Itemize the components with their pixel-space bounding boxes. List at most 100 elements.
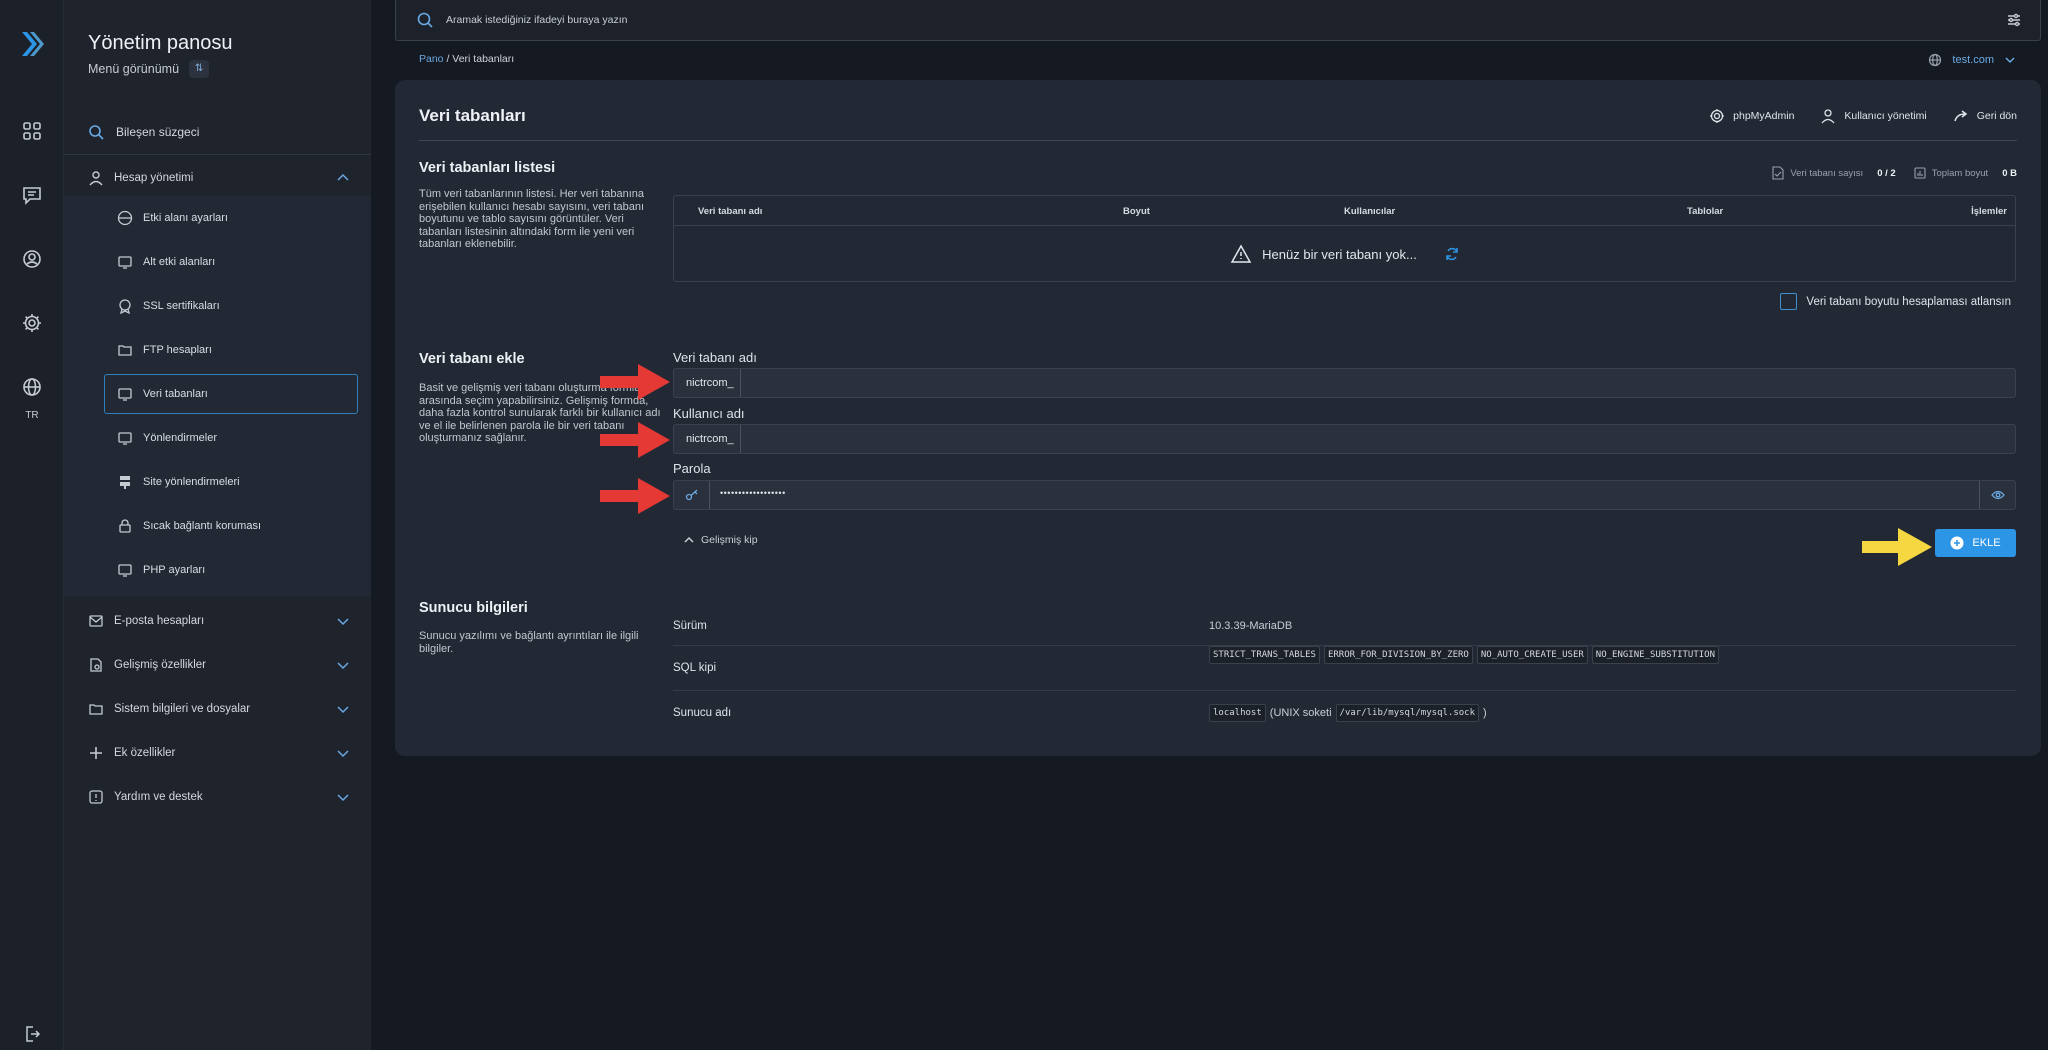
- grid-icon[interactable]: [21, 120, 43, 142]
- advanced-mode-label: Gelişmiş kip: [701, 534, 758, 546]
- nav-extra-features[interactable]: Ek özellikler: [88, 737, 358, 769]
- sidebar-item-databases[interactable]: Veri tabanları: [104, 374, 358, 414]
- advanced-mode-toggle[interactable]: Gelişmiş kip: [683, 534, 758, 546]
- password-label: Parola: [673, 461, 711, 476]
- nav-account-management[interactable]: Hesap yönetimi: [88, 162, 358, 194]
- php-icon: [118, 564, 132, 577]
- gear-icon: [1710, 109, 1725, 123]
- nav-email-accounts[interactable]: E-posta hesapları: [88, 605, 358, 637]
- generate-password-button[interactable]: [674, 481, 710, 509]
- db-list-description: Tüm veri tabanlarının listesi. Her veri …: [419, 188, 645, 250]
- skip-size-label: Veri tabanı boyutu hesaplaması atlansın: [1806, 295, 2011, 308]
- server-info-description: Sunucu yazılımı ve bağlantı ayrıntıları …: [419, 630, 639, 655]
- logout-icon[interactable]: [23, 1025, 41, 1043]
- nav-system-label: Sistem bilgileri ve dosyalar: [114, 703, 251, 715]
- sidebar-item-label: FTP hesapları: [143, 344, 212, 356]
- info-row-hostname: Sunucu adı localhost (UNIX soketi /var/l…: [673, 691, 2016, 735]
- add-database-button[interactable]: EKLE: [1935, 529, 2016, 557]
- sidebar-item-label: Etki alanı ayarları: [143, 212, 228, 224]
- sidebar-item-ssl[interactable]: SSL sertifikaları: [104, 286, 358, 326]
- sql-mode-badge: ERROR_FOR_DIVISION_BY_ZERO: [1323, 646, 1473, 664]
- user-icon: [89, 171, 103, 186]
- total-size-label: Toplam boyut: [1931, 167, 1989, 179]
- domain-name: test.com: [1952, 54, 1994, 66]
- sidebar-item-subdomains[interactable]: Alt etki alanları: [104, 242, 358, 282]
- search-icon: [89, 125, 104, 140]
- db-count-value: 0 / 2: [1877, 167, 1896, 179]
- col-tables[interactable]: Tablolar: [1687, 206, 1723, 217]
- menu-view-toggle[interactable]: Menü görünümü ⇅: [88, 60, 210, 78]
- nav-help-support[interactable]: Yardım ve destek: [88, 781, 358, 813]
- sidebar-item-redirects[interactable]: Yönlendirmeler: [104, 418, 358, 458]
- db-stats: Veri tabanı sayısı 0 / 2 Toplam boyut 0 …: [1772, 166, 2017, 180]
- www-icon: [117, 210, 133, 226]
- back-button[interactable]: Geri dön: [1953, 108, 2017, 124]
- db-table: Veri tabanı adı Boyut Kullanıcılar Tablo…: [673, 195, 2016, 282]
- sidebar-item-ftp[interactable]: FTP hesapları: [104, 330, 358, 370]
- monitor-icon: [118, 256, 132, 269]
- phpmyadmin-label: phpMyAdmin: [1733, 110, 1795, 122]
- nav-system-files[interactable]: Sistem bilgileri ve dosyalar: [88, 693, 358, 725]
- sidebar-item-label: PHP ayarları: [143, 564, 206, 576]
- sidebar-item-site-redirects[interactable]: Site yönlendirmeleri: [104, 462, 358, 502]
- filter-sliders-icon[interactable]: [2006, 12, 2022, 28]
- sidebar-item-hotlink[interactable]: Sıcak bağlantı koruması: [104, 506, 358, 546]
- db-table-header: Veri tabanı adı Boyut Kullanıcılar Tablo…: [674, 196, 2015, 226]
- col-actions: İşlemler: [1971, 206, 2007, 217]
- nav-help-label: Yardım ve destek: [114, 791, 203, 803]
- info-row-sql-mode: SQL kipi STRICT_TRANS_TABLES ERROR_FOR_D…: [673, 646, 2016, 690]
- breadcrumb-current: Veri tabanları: [452, 53, 515, 65]
- language-label[interactable]: TR: [0, 410, 64, 421]
- db-name-field[interactable]: nictrcom_: [673, 368, 2016, 398]
- nav-email-label: E-posta hesapları: [114, 615, 205, 627]
- chevron-down-icon: [337, 618, 349, 626]
- global-search-bar[interactable]: Aramak istediğiniz ifadeyi buraya yazın: [395, 0, 2041, 41]
- logo-icon[interactable]: [18, 30, 46, 58]
- refresh-icon[interactable]: [1445, 247, 1459, 261]
- user-management-button[interactable]: Kullanıcı yönetimi: [1820, 108, 1927, 124]
- global-search-placeholder[interactable]: Aramak istediğiniz ifadeyi buraya yazın: [446, 14, 628, 26]
- signpost-icon: [120, 476, 130, 489]
- db-count-label: Veri tabanı sayısı: [1790, 167, 1864, 179]
- sidebar-item-domain-settings[interactable]: Etki alanı ayarları: [104, 198, 358, 238]
- username-field[interactable]: nictrcom_: [673, 424, 2016, 454]
- globe-icon[interactable]: [21, 376, 43, 398]
- page-actions: phpMyAdmin Kullanıcı yönetimi Geri dön: [1709, 108, 2017, 124]
- breadcrumb-home[interactable]: Pano: [419, 53, 444, 65]
- db-list-title: Veri tabanları listesi: [419, 160, 556, 176]
- hostname-label: Sunucu adı: [673, 707, 732, 719]
- icon-rail: TR: [0, 0, 64, 1050]
- sidebar-item-label: Alt etki alanları: [143, 256, 216, 268]
- redirect-icon: [118, 432, 132, 445]
- password-value[interactable]: ••••••••••••••••••: [720, 488, 786, 498]
- mail-icon: [89, 615, 103, 627]
- sql-mode-badge: STRICT_TRANS_TABLES: [1209, 646, 1320, 664]
- menu-view-icon[interactable]: ⇅: [189, 60, 210, 78]
- chat-icon[interactable]: [21, 184, 43, 206]
- nav-advanced-label: Gelişmiş özellikler: [114, 659, 207, 671]
- page-title: Veri tabanları: [419, 106, 526, 125]
- skip-size-checkbox[interactable]: Veri tabanı boyutu hesaplaması atlansın: [1780, 293, 2011, 310]
- toggle-password-visibility[interactable]: [1979, 481, 2015, 509]
- username-label: Kullanıcı adı: [673, 406, 745, 421]
- password-field[interactable]: ••••••••••••••••••: [673, 480, 2016, 510]
- user-icon: [1821, 109, 1835, 124]
- col-users[interactable]: Kullanıcılar: [1344, 206, 1395, 217]
- col-db-name[interactable]: Veri tabanı adı: [698, 206, 762, 217]
- username-prefix: nictrcom_: [674, 425, 741, 453]
- gear-icon[interactable]: [21, 312, 43, 334]
- col-size[interactable]: Boyut: [1123, 206, 1150, 217]
- user-circle-icon[interactable]: [21, 248, 43, 270]
- domain-selector[interactable]: test.com: [1928, 53, 2016, 67]
- version-value: 10.3.39-MariaDB: [1209, 620, 1293, 632]
- phpmyadmin-button[interactable]: phpMyAdmin: [1709, 108, 1794, 124]
- chevron-up-icon: [337, 173, 349, 181]
- sidebar-item-label: SSL sertifikaları: [143, 300, 220, 312]
- socket-suffix: ): [1483, 707, 1487, 719]
- plus-icon: [90, 747, 102, 759]
- nav-advanced-features[interactable]: Gelişmiş özellikler: [88, 649, 358, 681]
- add-database-label: EKLE: [1972, 537, 2001, 549]
- sidebar-item-php[interactable]: PHP ayarları: [104, 550, 358, 590]
- checkbox-box[interactable]: [1780, 293, 1798, 310]
- component-filter[interactable]: Bileşen süzgeci: [88, 124, 199, 140]
